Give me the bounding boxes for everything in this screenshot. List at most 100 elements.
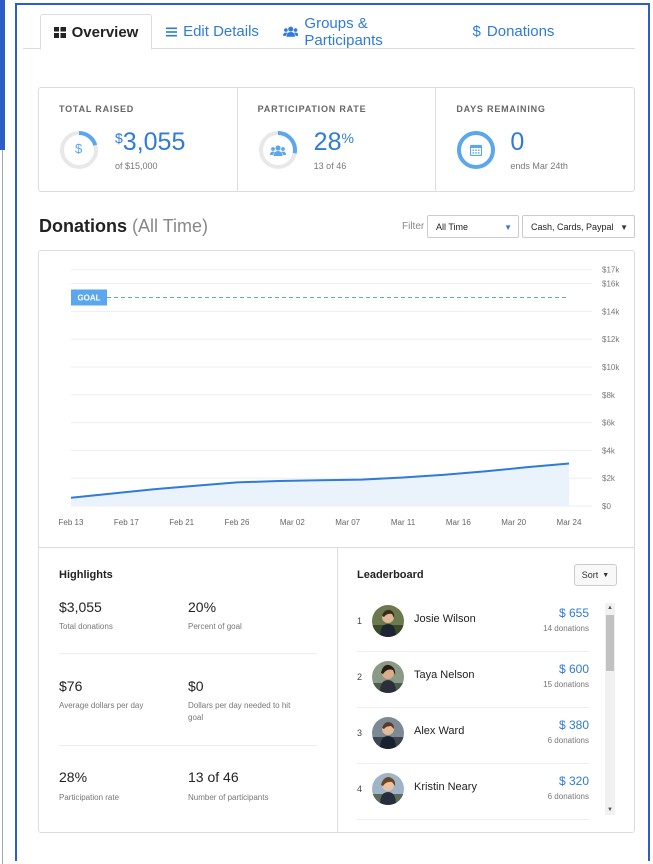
x-tick-label: Feb 17 (114, 518, 139, 527)
participant-name: Kristin Neary (414, 781, 477, 793)
donation-count: 6 donations (547, 736, 589, 745)
donation-amount: $ 380 (558, 718, 589, 732)
rank: 1 (357, 616, 363, 626)
calendar-icon (470, 144, 483, 156)
caret-down-icon: ▼ (620, 223, 628, 232)
rank: 4 (357, 784, 363, 794)
tab-overview[interactable]: Overview (40, 14, 152, 50)
highlight-label: Dollars per day needed to hit goal (188, 701, 291, 722)
highlight-value: $76 (59, 678, 83, 694)
x-tick-label: Mar 24 (557, 518, 582, 527)
donations-title: Donations (All Time) (39, 216, 208, 237)
stat-total-raised: TOTAL RAISED $ $3,055 of $15,000 (39, 88, 238, 191)
dollar-icon: $ (472, 23, 481, 40)
divider (337, 547, 338, 833)
highlight-value: 28% (59, 769, 88, 785)
avatar (372, 773, 404, 805)
donation-amount: $ 600 (558, 662, 589, 676)
stat-participation: PARTICIPATION RATE 28% 13 of 46 (238, 88, 437, 191)
tab-label: Donations (486, 23, 555, 40)
time-filter-select[interactable]: All Time ▼ (427, 215, 519, 238)
users-icon (283, 26, 299, 37)
y-tick-label: $16k (602, 280, 620, 289)
y-tick-label: $4k (602, 446, 616, 455)
stat-sub: ends Mar 24th (510, 161, 568, 171)
leaderboard-row[interactable]: 2 Taya Nelson $ 600 15 donations (357, 652, 589, 708)
donations-chart: $0 $2k $4k $6k $8k $10k $12k $14k $16k $17k GOAL Fe… (59, 266, 621, 527)
rank: 3 (357, 728, 363, 738)
x-tick-label: Mar 02 (280, 518, 305, 527)
highlight-value: 13 of 46 (188, 769, 239, 785)
y-tick-label: $6k (602, 419, 616, 428)
y-tick-label: $12k (602, 335, 620, 344)
divider (59, 653, 317, 654)
donation-amount: $ 320 (558, 774, 589, 788)
participant-name: Taya Nelson (414, 669, 475, 681)
scroll-up-icon[interactable]: ▲ (605, 603, 615, 613)
list-icon (166, 27, 178, 36)
participation-percent: 28 (313, 128, 342, 156)
y-tick-label: $8k (602, 391, 616, 400)
stat-days-remaining: DAYS REMAINING 0 ends Mar 24th (436, 88, 634, 191)
tab-groups-participants[interactable]: Groups & Participants (283, 14, 445, 49)
tab-label: Groups & Participants (304, 14, 383, 49)
select-value: Cash, Cards, Paypal (531, 221, 614, 232)
avatar (372, 717, 404, 749)
participant-name: Josie Wilson (414, 613, 476, 625)
highlight-label: Average dollars per day (59, 701, 144, 710)
leaderboard-row[interactable]: 1 Josie Wilson $ 655 14 donations (357, 596, 589, 652)
highlight-label: Total donations (59, 622, 113, 631)
stat-sub: 13 of 46 (313, 161, 347, 171)
x-tick-label: Feb 21 (169, 518, 194, 527)
donation-count: 14 donations (543, 624, 589, 633)
method-filter-select[interactable]: Cash, Cards, Paypal ▼ (522, 215, 635, 238)
leaderboard-title: Leaderboard (357, 569, 424, 581)
rank: 2 (357, 672, 363, 682)
stats-panel: TOTAL RAISED $ $3,055 of $15,000 PARTICI… (38, 87, 635, 192)
y-tick-label: $14k (602, 307, 620, 316)
donations-subtitle: (All Time) (132, 216, 209, 236)
stat-sub: of $15,000 (115, 161, 158, 171)
tab-edit-details[interactable]: Edit Details (165, 14, 260, 49)
x-tick-label: Mar 11 (391, 518, 416, 527)
scroll-down-icon[interactable]: ▼ (605, 805, 615, 815)
x-tick-label: Mar 16 (446, 518, 471, 527)
tab-donations[interactable]: $ Donations (471, 14, 556, 49)
users-icon (269, 145, 286, 156)
leaderboard-scrollbar[interactable]: ▲ ▼ (605, 603, 615, 815)
stat-value: 0 (510, 128, 525, 156)
stat-label: TOTAL RAISED (59, 104, 135, 114)
tab-label: Edit Details (183, 23, 259, 40)
window-edge (0, 0, 5, 150)
stat-value: 28% (314, 128, 354, 157)
caret-down-icon: ▼ (504, 223, 512, 232)
donation-amount: $ 655 (558, 606, 589, 620)
select-value: All Time (436, 221, 469, 232)
avatar (372, 661, 404, 693)
y-tick-label: $2k (602, 474, 616, 483)
highlight-value: $0 (188, 678, 204, 694)
sort-button[interactable]: Sort ▼ (574, 564, 617, 586)
stat-value: $3,055 (115, 128, 185, 157)
caret-down-icon: ▼ (602, 571, 610, 579)
leaderboard-row[interactable]: 3 Alex Ward $ 380 6 donations (357, 708, 589, 764)
stat-label: PARTICIPATION RATE (257, 104, 367, 114)
stat-label: DAYS REMAINING (456, 104, 546, 114)
sort-label: Sort (581, 570, 599, 580)
donations-panel: $0 $2k $4k $6k $8k $10k $12k $14k $16k $17k GOAL Fe… (38, 250, 635, 833)
highlight-value: 20% (188, 599, 217, 615)
x-tick-label: Feb 13 (59, 518, 84, 527)
tab-bar: Overview Edit Details Groups & Participa… (23, 12, 635, 50)
participant-name: Alex Ward (414, 725, 465, 737)
scroll-thumb[interactable] (606, 615, 614, 671)
donation-count: 15 donations (543, 680, 589, 689)
y-tick-label: $10k (602, 363, 620, 372)
currency-symbol: $ (115, 130, 123, 146)
avatar (372, 605, 404, 637)
highlight-label: Number of participants (188, 793, 269, 802)
window-edge-line (2, 150, 3, 864)
grid-icon (53, 26, 66, 38)
filter-label: Filter (402, 221, 425, 232)
tab-label: Overview (71, 23, 139, 41)
leaderboard-row[interactable]: 4 Kristin Neary $ 320 6 donations (357, 764, 589, 820)
